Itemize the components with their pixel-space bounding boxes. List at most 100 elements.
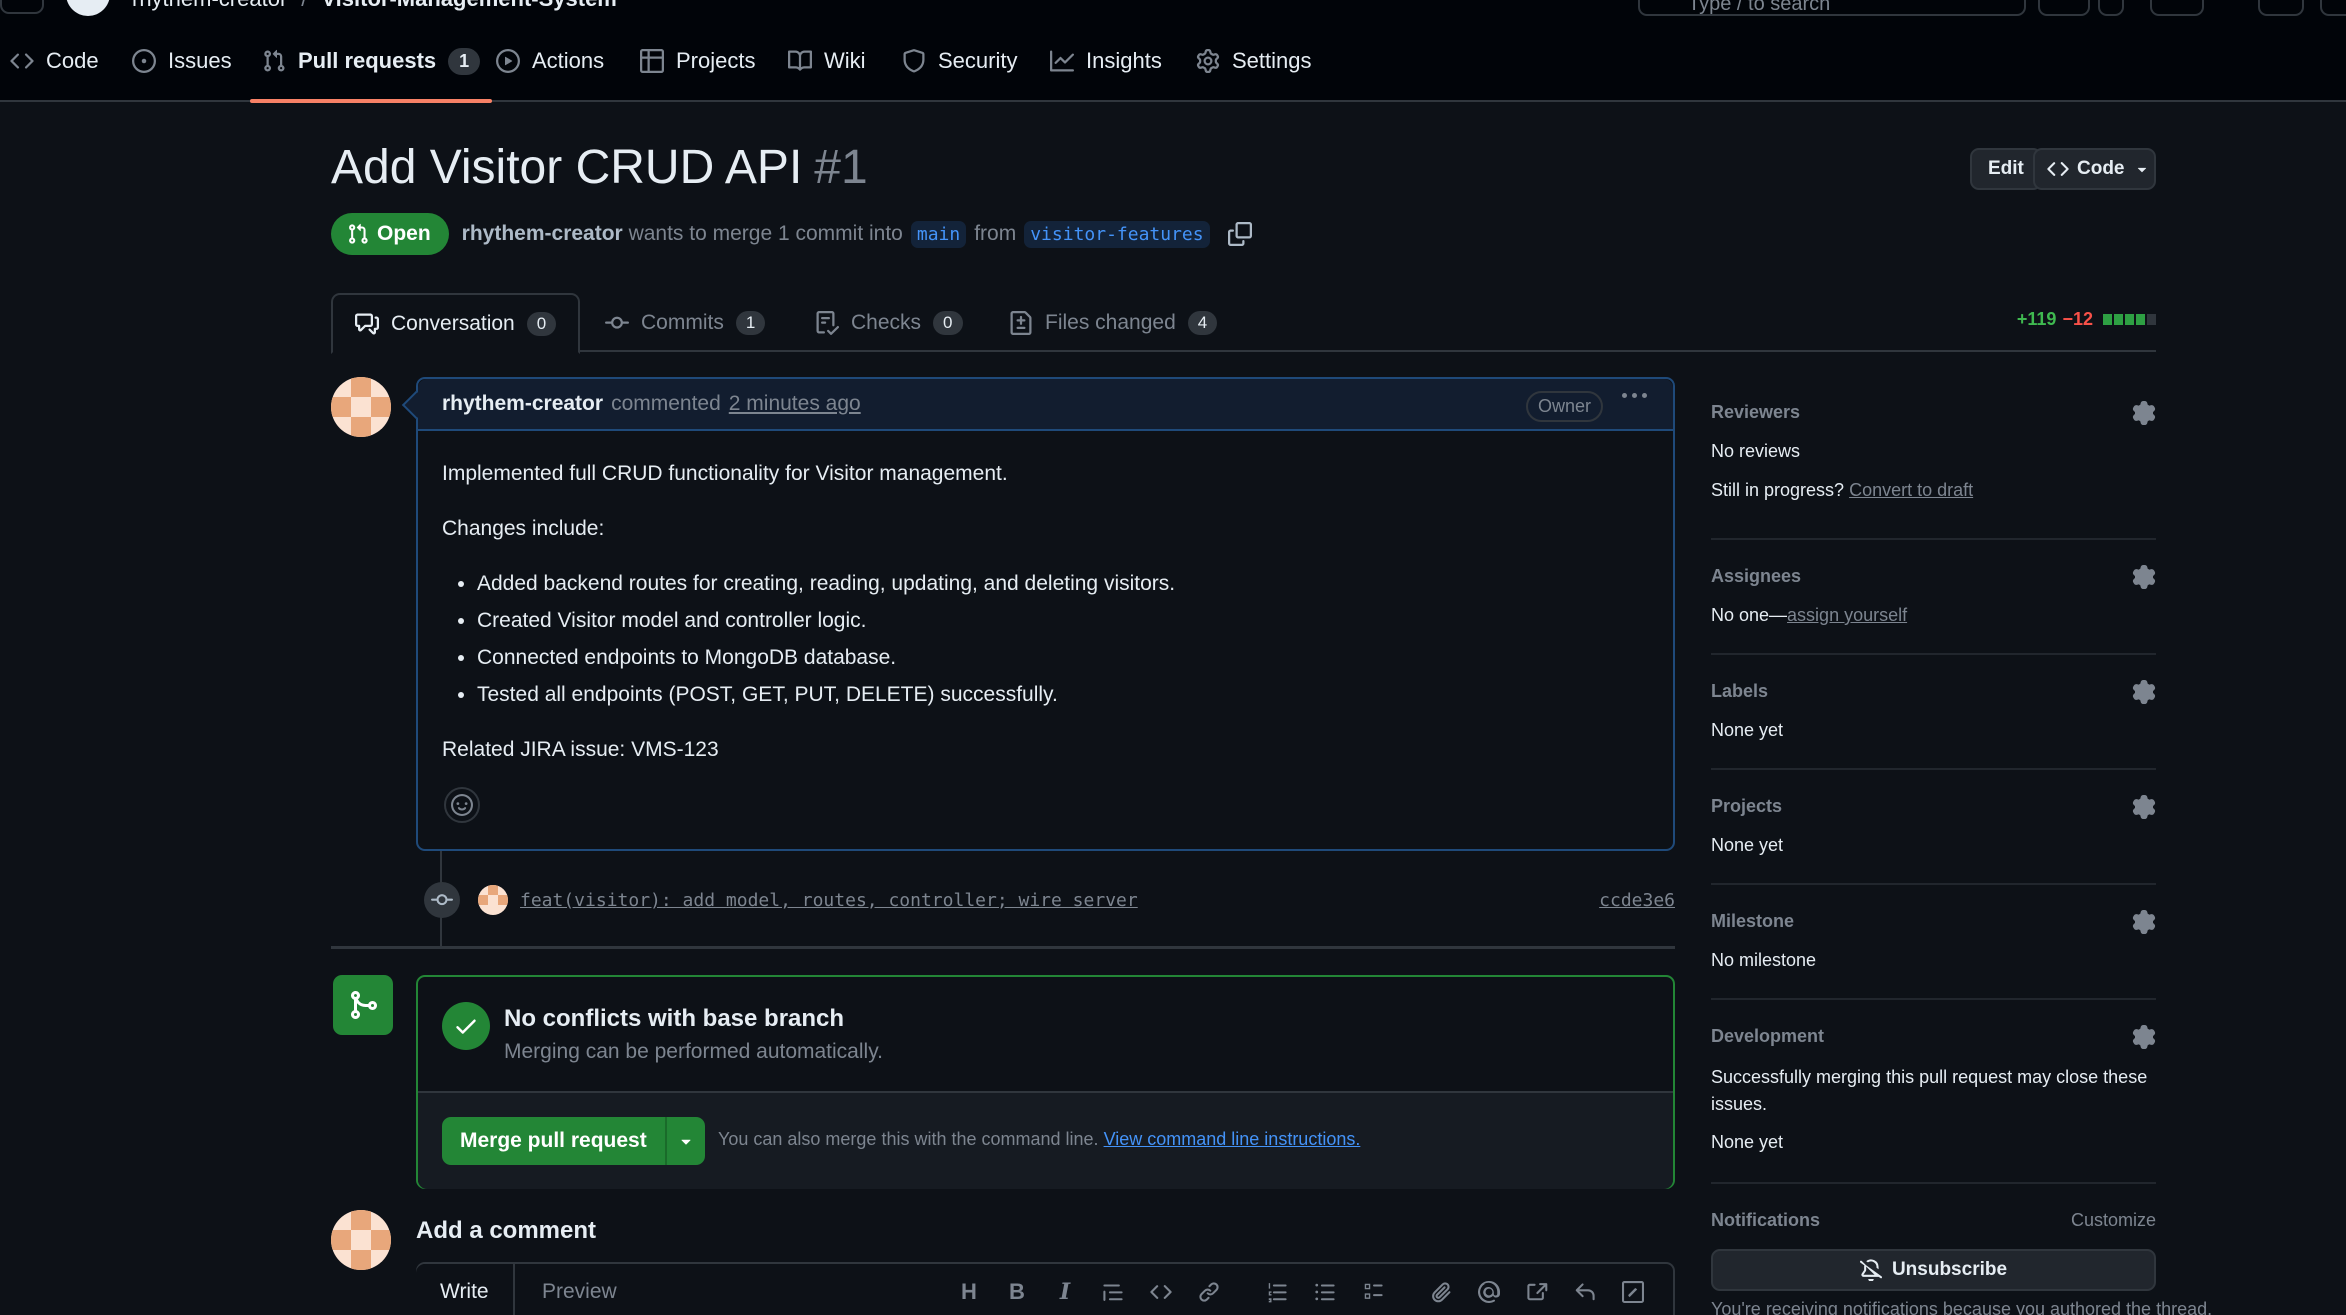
sidebar-heading[interactable]: Milestone — [1711, 911, 1794, 932]
tab-preview[interactable]: Preview — [542, 1264, 617, 1315]
copy-icon[interactable] — [1227, 222, 1252, 246]
ordered-list-icon[interactable] — [1253, 1276, 1301, 1308]
create-new-button[interactable] — [2150, 0, 2204, 16]
commit-message-link[interactable]: feat(visitor): add model, routes, contro… — [520, 890, 1138, 911]
merge-method-dropdown[interactable] — [664, 1117, 705, 1165]
sidebar-heading[interactable]: Development — [1711, 1026, 1824, 1047]
comment-body: Implemented full CRUD functionality for … — [418, 431, 1673, 768]
customize-link[interactable]: Customize — [2071, 1210, 2156, 1231]
global-header: rhythem-creator / Visitor-Management-Syste… — [0, 0, 2346, 20]
cross-reference-icon[interactable] — [1513, 1276, 1561, 1308]
status-badge: Open — [331, 213, 449, 255]
avatar[interactable] — [331, 1210, 391, 1270]
sidebar-heading[interactable]: Assignees — [1711, 566, 1801, 587]
git-commit-icon — [424, 882, 460, 918]
sidebar-heading[interactable]: Labels — [1711, 681, 1768, 702]
git-merge-icon — [333, 975, 393, 1035]
code-dropdown-button[interactable]: Code — [2033, 148, 2156, 190]
repo-link[interactable]: Visitor-Management-System — [321, 0, 616, 11]
sidebar-heading[interactable]: Reviewers — [1711, 402, 1800, 423]
task-list-icon[interactable] — [1349, 1276, 1397, 1308]
tab-files-changed[interactable]: Files changed 4 — [1009, 293, 1218, 352]
status-label: Open — [377, 222, 431, 245]
gear-icon[interactable] — [2132, 910, 2156, 934]
comment-timestamp[interactable]: 2 minutes ago — [729, 392, 861, 416]
add-reaction-button[interactable] — [444, 787, 480, 823]
command-line-instructions-link[interactable]: View command line instructions. — [1104, 1129, 1361, 1149]
avatar[interactable] — [331, 377, 391, 437]
tab-conversation[interactable]: Conversation 0 — [331, 293, 581, 354]
unordered-list-icon[interactable] — [1301, 1276, 1349, 1308]
pr-description-comment: rhythem-creator commented 2 minutes ago … — [416, 377, 1675, 851]
italic-icon[interactable]: I — [1041, 1276, 1089, 1308]
gear-icon[interactable] — [2132, 795, 2156, 819]
paperclip-icon[interactable] — [1417, 1276, 1465, 1308]
tab-commits[interactable]: Commits 1 — [605, 293, 766, 352]
tab-label: Files changed — [1045, 310, 1176, 334]
tab-write[interactable]: Write — [416, 1264, 515, 1315]
merge-pull-request-button[interactable]: Merge pull request — [442, 1117, 665, 1165]
tab-wiki[interactable]: Wiki — [788, 20, 866, 102]
issues-button[interactable] — [2258, 0, 2304, 16]
tab-actions[interactable]: Actions — [496, 20, 604, 102]
reply-icon[interactable] — [1561, 1276, 1609, 1308]
diff-deletions: −12 — [2062, 309, 2093, 329]
assign-yourself-link[interactable]: assign yourself — [1787, 605, 1907, 625]
list-item: Created Visitor model and controller log… — [477, 602, 1649, 639]
tab-projects[interactable]: Projects — [640, 20, 755, 102]
diff-bar — [2136, 314, 2145, 325]
heading-icon[interactable]: H — [945, 1276, 993, 1308]
bold-icon[interactable]: B — [993, 1276, 1041, 1308]
slash-command-icon[interactable] — [1609, 1276, 1657, 1308]
tab-checks[interactable]: Checks 0 — [815, 293, 963, 352]
book-icon — [788, 50, 812, 71]
inbox-button[interactable] — [2320, 0, 2346, 16]
base-branch[interactable]: main — [910, 220, 967, 248]
pr-state-row: Open rhythem-creator wants to merge 1 co… — [331, 213, 1252, 255]
head-branch[interactable]: visitor-features — [1024, 220, 1210, 248]
gear-icon[interactable] — [2132, 680, 2156, 704]
author-link[interactable]: rhythem-creator — [462, 222, 623, 245]
sidebar-reviewers: Reviewers No reviews Still in progress? … — [1711, 377, 2156, 540]
edit-title-button[interactable]: Edit — [1970, 148, 2042, 190]
sidebar-heading[interactable]: Projects — [1711, 796, 1782, 817]
file-diff-icon — [1010, 310, 1032, 335]
pr-title-text: Add Visitor CRUD API — [331, 141, 803, 194]
tab-pull-requests[interactable]: Pull requests 1 — [249, 20, 493, 103]
reviewers-value: No reviews — [1711, 441, 1801, 461]
code-icon[interactable] — [1137, 1276, 1185, 1308]
unsubscribe-button[interactable]: Unsubscribe — [1711, 1249, 2156, 1291]
tab-insights[interactable]: Insights — [1050, 20, 1162, 102]
convert-to-draft-link[interactable]: Convert to draft — [1849, 480, 1973, 500]
owner-link[interactable]: rhythem-creator — [132, 0, 287, 11]
copilot-button[interactable] — [2038, 0, 2090, 16]
notifications-reason: You're receiving notifications because y… — [1711, 1299, 2213, 1315]
gear-icon[interactable] — [2132, 401, 2156, 425]
tab-code[interactable]: Code — [10, 20, 99, 102]
link-icon[interactable] — [1185, 1276, 1233, 1308]
tab-settings[interactable]: Settings — [1196, 20, 1312, 102]
diff-bar — [2103, 314, 2112, 325]
kebab-horizontal-icon[interactable] — [1622, 393, 1647, 398]
draft-prefix: Still in progress? — [1711, 480, 1845, 500]
copilot-dropdown-button[interactable] — [2098, 0, 2124, 16]
diff-additions: +119 — [2016, 309, 2057, 329]
menu-button[interactable] — [0, 0, 44, 14]
mention-icon[interactable] — [1465, 1276, 1513, 1308]
github-logo-icon[interactable] — [66, 0, 110, 16]
tab-label: Insights — [1086, 48, 1162, 73]
development-description: Successfully merging this pull request m… — [1711, 1067, 2148, 1114]
gear-icon[interactable] — [2132, 565, 2156, 589]
timeline-commit: feat(visitor): add model, routes, contro… — [424, 880, 1675, 920]
quote-icon[interactable] — [1089, 1276, 1137, 1308]
tab-issues[interactable]: Issues — [132, 20, 232, 102]
tab-security[interactable]: Security — [902, 20, 1017, 102]
commit-author-avatar[interactable] — [478, 885, 508, 915]
tab-count: 4 — [1187, 310, 1218, 335]
comment-discussion-icon — [355, 313, 379, 334]
commit-sha-link[interactable]: ccde3e6 — [1599, 890, 1675, 911]
search-input[interactable]: Type / to search — [1638, 0, 2026, 16]
sidebar-heading: Notifications — [1711, 1210, 1821, 1230]
comment-author[interactable]: rhythem-creator — [442, 392, 603, 416]
gear-icon[interactable] — [2132, 1025, 2156, 1049]
